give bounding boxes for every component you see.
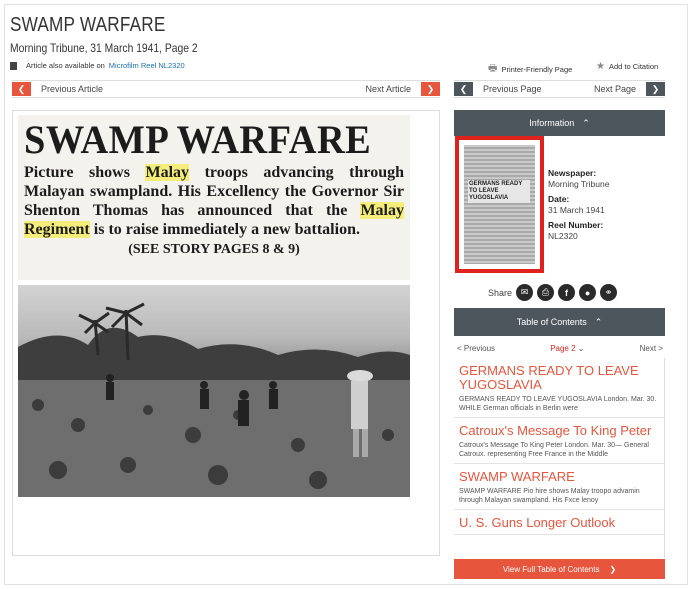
previous-article-label: Previous Article (41, 84, 104, 94)
chevron-up-icon: ⌃ (594, 316, 603, 327)
toc-item-snippet: SWAMP WARFARE Pio hire shows Malay troop… (459, 488, 640, 504)
add-citation-link[interactable]: ★ Add to Citation (596, 61, 658, 72)
toc-item-snippet: GERMANS READY TO LEAVE YUGOSLAVIA London… (459, 396, 657, 412)
article-navbar: ❮ Previous Article Next Article ❯ (12, 80, 440, 98)
printer-friendly-label: Printer-Friendly Page (501, 65, 573, 74)
print-icon[interactable]: ⎙ (537, 284, 555, 301)
toc-item-title[interactable]: SWAMP WARFARE (459, 470, 658, 484)
newspaper-value: Morning Tribune (548, 179, 610, 189)
photo-scene (18, 302, 410, 497)
printer-icon: 🖶 (488, 63, 498, 74)
information-header[interactable]: Information ⌃ (454, 110, 665, 136)
highlighted-term: Malay (145, 164, 190, 181)
next-article-button[interactable]: Next Article ❯ (365, 82, 440, 96)
chevron-left-icon: ❮ (12, 82, 31, 96)
information-header-label: Information (529, 118, 575, 128)
date-value: 31 March 1941 (548, 205, 605, 215)
printer-friendly-link[interactable]: 🖶 Printer-Friendly Page (488, 61, 572, 78)
view-full-toc-label: View Full Table of Contents (502, 564, 600, 574)
toc-list[interactable]: GERMANS READY TO LEAVE YUGOSLAVIA GERMAN… (454, 358, 665, 558)
add-citation-label: Add to Citation (608, 62, 659, 71)
newspaper-label: Newspaper: (548, 168, 597, 178)
toc-page-select[interactable]: Page 2 ⌄ (550, 344, 584, 353)
share-bar: Share ✉ ⎙ f ● ⚭ (488, 284, 618, 301)
document-icon (10, 61, 17, 70)
toc-header-label: Table of Contents (516, 317, 587, 327)
next-page-label: Next Page (593, 84, 636, 94)
view-full-toc-button[interactable]: View Full Table of Contents ❯ (454, 559, 665, 579)
toc-page-label: Page 2 (550, 343, 576, 353)
toc-item[interactable]: U. S. Guns Longer Outlook (454, 510, 664, 535)
clipping-story-ref: (SEE STORY PAGES 8 & 9) (128, 242, 300, 257)
toc-previous-link[interactable]: < Previous (457, 344, 495, 353)
reel-note-text: Article also available on (26, 61, 105, 70)
page-navbar: ❮ Previous Page Next Page ❯ (454, 80, 665, 98)
previous-page-label: Previous Page (483, 84, 542, 94)
chevron-right-icon: ❯ (646, 82, 665, 96)
article-subtitle: Morning Tribune, 31 March 1941, Page 2 (10, 41, 198, 55)
microfilm-reel-link[interactable]: Microfilm Reel NL2320 (109, 61, 185, 70)
newspaper-photo (18, 285, 410, 497)
clipping-text: is to raise immediately a new battalion. (89, 221, 360, 238)
date-label: Date: (548, 194, 570, 204)
article-title: SWAMP WARFARE (10, 14, 166, 36)
toc-next-link[interactable]: Next > (640, 344, 663, 353)
share-label: Share (488, 287, 513, 298)
email-icon[interactable]: ✉ (516, 284, 534, 301)
thumbnail-image: GERMANS READY TO LEAVE YUGOSLAVIA (464, 145, 535, 264)
clipping-headline: SWAMP WARFARE (24, 117, 372, 162)
toc-item-title[interactable]: Catroux's Message To King Peter (459, 424, 658, 438)
toc-item[interactable]: SWAMP WARFARE SWAMP WARFARE Pio hire sho… (454, 464, 664, 510)
page-thumbnail[interactable]: GERMANS READY TO LEAVE YUGOSLAVIA (455, 136, 544, 273)
toc-item[interactable]: Catroux's Message To King Peter Catroux'… (454, 418, 664, 464)
reel-number-label: Reel Number: (548, 220, 604, 230)
toc-item-title[interactable]: GERMANS READY TO LEAVE YUGOSLAVIA (459, 364, 658, 392)
toc-item-title[interactable]: U. S. Guns Longer Outlook (459, 516, 658, 530)
article-metadata: Newspaper: Morning Tribune Date: 31 Marc… (548, 168, 609, 246)
previous-article-button[interactable]: ❮ Previous Article (12, 82, 103, 96)
clipping-body: Picture shows Malay troops advancing thr… (24, 163, 404, 239)
link-icon[interactable]: ⚭ (600, 284, 618, 301)
chevron-down-icon: ⌄ (577, 343, 585, 353)
next-page-button[interactable]: Next Page ❯ (594, 82, 665, 96)
clipping-text: Picture shows (24, 164, 146, 181)
chevron-left-icon: ❮ (454, 82, 473, 96)
toc-item[interactable]: GERMANS READY TO LEAVE YUGOSLAVIA GERMAN… (454, 358, 664, 418)
twitter-icon[interactable]: ● (579, 284, 597, 301)
thumbnail-headline: GERMANS READY TO LEAVE YUGOSLAVIA (468, 180, 530, 203)
chevron-up-icon: ⌃ (582, 117, 590, 128)
star-icon: ★ (596, 61, 605, 72)
chevron-right-icon: ❯ (421, 82, 440, 96)
next-article-label: Next Article (365, 84, 411, 94)
toc-pagination: < Previous Page 2 ⌄ Next > (457, 342, 663, 354)
toc-item-snippet: Catroux's Message To King Peter London. … (459, 442, 649, 458)
table-of-contents-header[interactable]: Table of Contents ⌃ (454, 308, 665, 336)
reel-note: Article also available on Microfilm Reel… (10, 61, 185, 70)
chevron-right-icon: ❯ (609, 564, 617, 574)
newspaper-clipping: SWAMP WARFARE Picture shows Malay troops… (18, 115, 410, 280)
facebook-icon[interactable]: f (558, 284, 576, 301)
article-viewer[interactable]: SWAMP WARFARE Picture shows Malay troops… (12, 110, 440, 556)
previous-page-button[interactable]: ❮ Previous Page (454, 82, 542, 96)
reel-number-value: NL2320 (548, 231, 578, 241)
